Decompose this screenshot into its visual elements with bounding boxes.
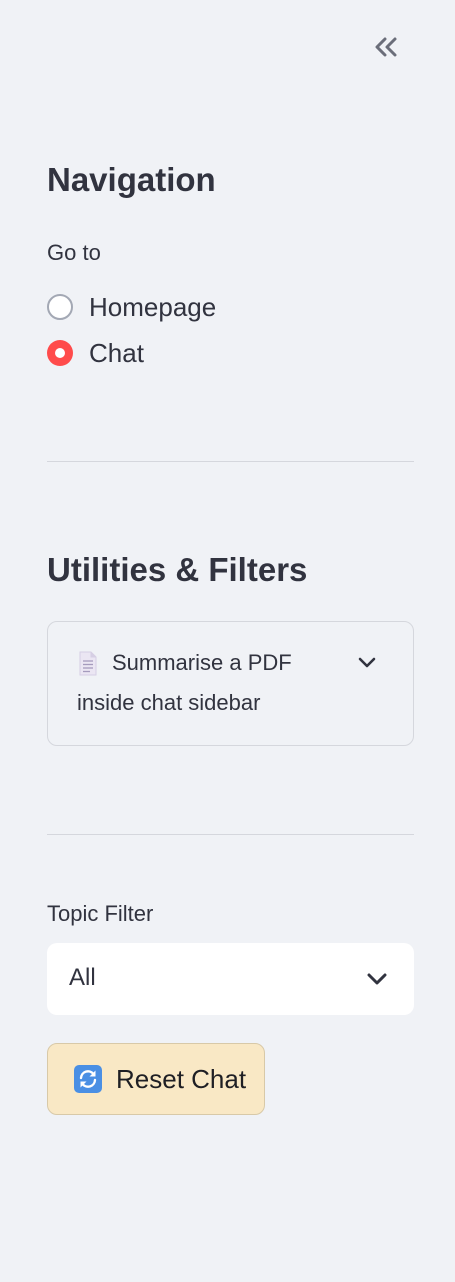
expander-header: Summarise a PDF	[78, 650, 292, 676]
radio-group-label: Go to	[47, 240, 101, 265]
expander-title-continued: inside chat sidebar	[77, 690, 261, 715]
radio-option-homepage[interactable]: Homepage	[47, 290, 216, 324]
document-icon	[79, 651, 97, 675]
expander-title: Summarise a PDF	[112, 650, 292, 675]
topic-filter-select[interactable]: All	[47, 943, 414, 1015]
utilities-heading: Utilities & Filters	[47, 551, 308, 588]
reset-chat-label: Reset Chat	[116, 1063, 247, 1094]
topic-filter-value: All	[69, 964, 96, 991]
double-chevron-left-icon	[375, 37, 397, 57]
chevron-down-icon	[367, 973, 387, 985]
sidebar: Navigation Go to Homepage Chat Utilities…	[0, 0, 455, 1282]
divider	[47, 461, 414, 462]
radio-option-label: Chat	[89, 337, 144, 368]
radio-button-checked[interactable]	[47, 340, 73, 366]
topic-filter-label: Topic Filter	[47, 901, 154, 926]
divider	[47, 834, 414, 835]
radio-option-label: Homepage	[89, 291, 217, 322]
radio-option-chat[interactable]: Chat	[47, 336, 144, 370]
collapse-sidebar-button[interactable]	[366, 28, 406, 66]
reset-chat-button[interactable]: Reset Chat	[47, 1043, 265, 1115]
refresh-icon	[74, 1065, 102, 1093]
summarise-pdf-expander[interactable]: Summarise a PDF inside chat sidebar	[47, 621, 414, 746]
navigation-heading: Navigation	[47, 161, 216, 198]
chevron-down-icon	[358, 657, 376, 668]
radio-button-unchecked[interactable]	[47, 294, 73, 320]
